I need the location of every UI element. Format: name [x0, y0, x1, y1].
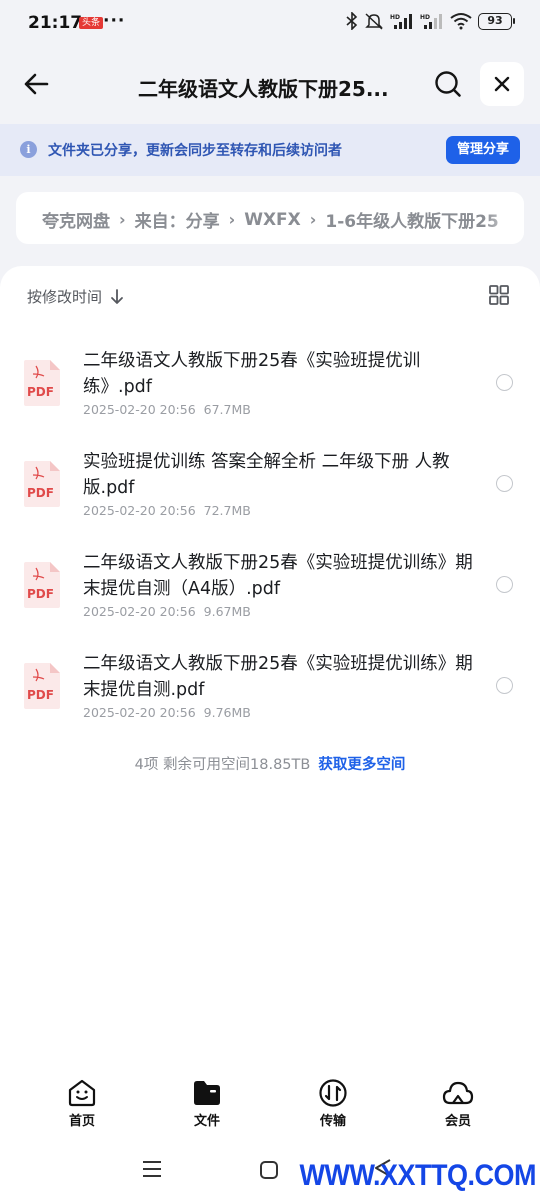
select-radio[interactable] [496, 576, 513, 593]
sort-control[interactable]: 按修改时间 [27, 286, 124, 307]
chevron-right-icon: › [119, 210, 126, 229]
chevron-right-icon: › [309, 210, 317, 229]
arrow-left-icon [24, 73, 49, 95]
file-date: 2025-02-20 20:56 [83, 705, 196, 720]
bluetooth-icon [346, 12, 358, 30]
share-notice-banner: i 文件夹已分享，更新会同步至转存和后续访问者 管理分享 [0, 124, 540, 176]
status-bar: 21:17 头条 ··· HD HD 93 [0, 0, 540, 48]
nav-label: 文件 [193, 1114, 220, 1129]
header: 二年级语文人教版下册25... [0, 56, 540, 116]
chevron-right-icon: › [228, 210, 236, 229]
breadcrumb: 夸克网盘 › 来自：分享 › WXFX › 1-6年级人教版下册25 [16, 192, 524, 244]
file-name: 二年级语文人教版下册25春《实验班提优训练》期末提优自测.pdf [83, 654, 473, 700]
file-name: 二年级语文人教版下册25春《实验班提优训练》期末提优自测（A4版）.pdf [83, 553, 473, 599]
status-time: 21:17 [28, 13, 83, 33]
file-meta: 2025-02-20 20:56 67.7MB [83, 402, 251, 417]
pdf-icon-label: PDF [27, 587, 54, 601]
select-radio[interactable] [496, 475, 513, 492]
storage-summary: 4项 剩余可用空间18.85TB 获取更多空间 [0, 753, 540, 774]
breadcrumb-item-root[interactable]: 夸克网盘 [42, 207, 110, 232]
signal-hd-icon: HD [390, 14, 412, 29]
search-button[interactable] [426, 62, 470, 106]
file-list-item[interactable]: PDF 二年级语文人教版下册25春《实验班提优训练》期末提优自测.pdf 202… [0, 643, 540, 739]
system-nav-bar: WWW.XXTTQ.COM [0, 1146, 540, 1200]
file-size: 72.7MB [203, 503, 251, 518]
home-smile-icon [68, 1079, 96, 1107]
storage-summary-text: 4项 剩余可用空间18.85TB [134, 757, 311, 773]
menu-icon[interactable] [142, 1160, 162, 1178]
nav-item-transfer[interactable]: 传输 [293, 1074, 373, 1129]
pdf-file-icon: PDF [24, 663, 60, 709]
news-app-badge: 头条 [79, 17, 104, 29]
file-meta: 2025-02-20 20:56 72.7MB [83, 503, 251, 518]
back-button[interactable] [14, 62, 58, 106]
pdf-file-icon: PDF [24, 562, 60, 608]
file-size: 9.67MB [203, 604, 251, 619]
pdf-icon-label: PDF [27, 385, 54, 399]
nav-label: 首页 [68, 1114, 95, 1129]
nav-label: 会员 [444, 1114, 471, 1129]
grid-view-icon[interactable] [488, 284, 510, 306]
file-list-panel: 按修改时间 PDF 二年级语文人教版下册25春《实验班提优训练》.pdf 202… [0, 266, 540, 1200]
transfer-icon [319, 1079, 347, 1107]
breadcrumb-item-wxfx[interactable]: WXFX [244, 210, 301, 230]
cloud-icon [442, 1081, 474, 1105]
share-notice-text: 文件夹已分享，更新会同步至转存和后续访问者 [48, 143, 342, 159]
bottom-nav: 首页 文件 传输 会员 [0, 1074, 540, 1134]
watermark-logo: WWW.XXTTQ.COM [299, 1158, 537, 1192]
file-meta: 2025-02-20 20:56 9.67MB [83, 604, 251, 619]
get-more-space-link[interactable]: 获取更多空间 [318, 757, 405, 773]
file-size: 9.76MB [203, 705, 251, 720]
search-icon [435, 71, 461, 97]
home-square-icon[interactable] [259, 1160, 279, 1180]
select-radio[interactable] [496, 374, 513, 391]
mute-icon [365, 13, 383, 30]
file-size: 67.7MB [203, 402, 251, 417]
close-icon [494, 76, 510, 92]
sort-label: 按修改时间 [27, 288, 103, 306]
select-radio[interactable] [496, 677, 513, 694]
nav-item-member[interactable]: 会员 [418, 1074, 498, 1129]
wifi-icon [450, 13, 472, 30]
file-meta: 2025-02-20 20:56 9.76MB [83, 705, 251, 720]
pdf-icon-label: PDF [27, 486, 54, 500]
file-date: 2025-02-20 20:56 [83, 604, 196, 619]
breadcrumb-item-current[interactable]: 1-6年级人教版下册25 [325, 207, 498, 232]
file-date: 2025-02-20 20:56 [83, 503, 196, 518]
file-name: 二年级语文人教版下册25春《实验班提优训练》.pdf [83, 351, 421, 397]
file-list-item[interactable]: PDF 二年级语文人教版下册25春《实验班提优训练》期末提优自测（A4版）.pd… [0, 542, 540, 638]
file-name: 实验班提优训练 答案全解全析 二年级下册 人教版.pdf [83, 452, 450, 498]
arrow-down-icon [111, 288, 123, 304]
nav-item-home[interactable]: 首页 [42, 1074, 122, 1129]
file-list-item[interactable]: PDF 实验班提优训练 答案全解全析 二年级下册 人教版.pdf 2025-02… [0, 441, 540, 537]
page-title: 二年级语文人教版下册25... [138, 77, 389, 101]
nav-item-files[interactable]: 文件 [167, 1074, 247, 1129]
info-icon: i [20, 141, 37, 158]
svg-text:HD: HD [390, 14, 400, 21]
manage-share-button[interactable]: 管理分享 [446, 136, 520, 164]
pdf-file-icon: PDF [24, 360, 60, 406]
svg-text:HD: HD [420, 14, 430, 21]
pdf-file-icon: PDF [24, 461, 60, 507]
nav-label: 传输 [319, 1114, 346, 1129]
more-notifications-icon: ··· [103, 11, 126, 31]
breadcrumb-item-shared[interactable]: 来自：分享 [135, 207, 220, 232]
folder-icon [194, 1081, 220, 1105]
battery-indicator: 93 [478, 12, 515, 30]
close-button[interactable] [480, 62, 524, 106]
signal-hd-icon-2: HD [420, 14, 442, 29]
file-date: 2025-02-20 20:56 [83, 402, 196, 417]
pdf-icon-label: PDF [27, 688, 54, 702]
status-icons: HD HD 93 [346, 12, 515, 30]
file-list-item[interactable]: PDF 二年级语文人教版下册25春《实验班提优训练》.pdf 2025-02-2… [0, 340, 540, 436]
